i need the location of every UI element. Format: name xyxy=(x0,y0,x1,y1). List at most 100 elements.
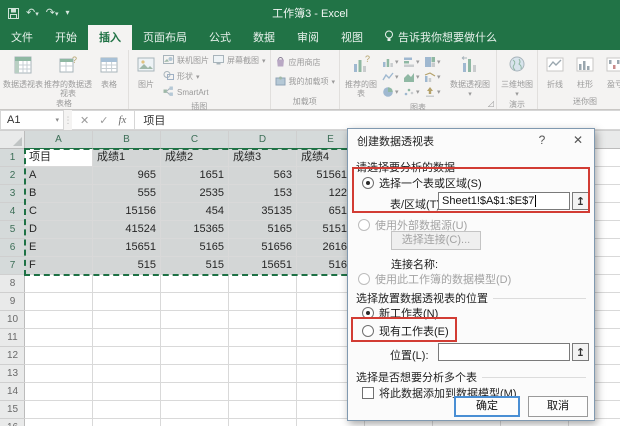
cell[interactable]: A xyxy=(25,167,93,185)
name-box[interactable]: A1 ▾ xyxy=(0,110,64,130)
cell[interactable]: 15651 xyxy=(93,239,161,257)
column-header[interactable]: C xyxy=(161,131,229,149)
row-header[interactable]: 10 xyxy=(0,311,25,329)
chart-type-line-icon[interactable]: ▾ xyxy=(382,70,402,84)
column-header[interactable]: A xyxy=(25,131,93,149)
cell[interactable] xyxy=(93,347,161,365)
row-header[interactable]: 1 xyxy=(0,149,25,167)
store-button[interactable]: 应用商店 xyxy=(275,56,336,69)
cell[interactable] xyxy=(229,311,297,329)
pivotchart-button[interactable]: 数据透视图▾ xyxy=(446,52,494,99)
cell[interactable]: F xyxy=(25,257,93,275)
cell[interactable] xyxy=(161,365,229,383)
cell[interactable] xyxy=(93,401,161,419)
chart-type-bar-icon[interactable]: ▾ xyxy=(403,55,423,69)
table-range-input[interactable]: Sheet1!$A$1:$E$7 xyxy=(438,192,570,210)
pictures-button[interactable]: 图片 xyxy=(131,52,161,89)
row-header[interactable]: 7 xyxy=(0,257,25,275)
row-header[interactable]: 11 xyxy=(0,329,25,347)
confirm-entry-icon[interactable]: ✓ xyxy=(99,114,108,127)
cell[interactable] xyxy=(229,329,297,347)
cell[interactable] xyxy=(161,311,229,329)
tab-review[interactable]: 审阅 xyxy=(286,25,330,50)
tab-data[interactable]: 数据 xyxy=(242,25,286,50)
cell[interactable] xyxy=(93,311,161,329)
column-header[interactable]: B xyxy=(93,131,161,149)
tab-page-layout[interactable]: 页面布局 xyxy=(132,25,198,50)
radio-existing-worksheet[interactable]: 现有工作表(E) xyxy=(362,323,449,339)
tab-view[interactable]: 视图 xyxy=(330,25,374,50)
cell[interactable]: 成绩3 xyxy=(229,149,297,167)
row-header[interactable]: 12 xyxy=(0,347,25,365)
tab-insert[interactable]: 插入 xyxy=(88,25,132,50)
collapse-dialog-button[interactable]: ↥ xyxy=(572,343,589,361)
active-cell-A1[interactable]: 项目 xyxy=(25,149,93,167)
cell[interactable]: 563 xyxy=(229,167,297,185)
cell[interactable] xyxy=(25,311,93,329)
cell[interactable]: 454 xyxy=(161,203,229,221)
smartart-button[interactable]: SmartArt xyxy=(163,86,209,99)
cell[interactable]: E xyxy=(25,239,93,257)
sparkline-column-button[interactable]: 柱形 xyxy=(570,52,600,89)
chart-type-stock-icon[interactable]: ▾ xyxy=(424,85,444,99)
cell[interactable]: 1651 xyxy=(161,167,229,185)
chart-type-column-icon[interactable]: ▾ xyxy=(382,55,402,69)
chart-type-combo-icon[interactable]: ▾ xyxy=(424,70,444,84)
recommended-charts-button[interactable]: ? 推荐的图表 xyxy=(342,52,380,98)
chart-type-scatter-icon[interactable]: ▾ xyxy=(403,85,423,99)
cell[interactable] xyxy=(25,329,93,347)
cell[interactable] xyxy=(229,347,297,365)
radio-use-data-model[interactable]: 使用此工作簿的数据模型(D) xyxy=(358,271,511,287)
save-icon[interactable] xyxy=(8,8,19,19)
cell[interactable]: 2535 xyxy=(161,185,229,203)
cell[interactable] xyxy=(161,293,229,311)
cell[interactable] xyxy=(25,383,93,401)
tell-me-box[interactable]: 告诉我你想要做什么 xyxy=(374,25,507,50)
row-header[interactable]: 4 xyxy=(0,203,25,221)
dialog-help-icon[interactable]: ? xyxy=(534,133,550,147)
tab-file[interactable]: 文件 xyxy=(0,25,44,50)
cell[interactable]: 515 xyxy=(93,257,161,275)
online-pictures-button[interactable]: 联机图片 xyxy=(163,54,209,67)
cell[interactable]: B xyxy=(25,185,93,203)
cell[interactable]: 5165 xyxy=(229,221,297,239)
redo-icon[interactable]: ↷▾ xyxy=(46,8,59,19)
cell[interactable] xyxy=(161,329,229,347)
cell[interactable] xyxy=(93,275,161,293)
cell[interactable] xyxy=(25,419,93,426)
cell[interactable] xyxy=(229,383,297,401)
3d-map-button[interactable]: 三维地图▾ xyxy=(499,52,535,99)
pivottable-button[interactable]: 数据透视表 xyxy=(2,52,44,89)
cell[interactable]: 51656 xyxy=(229,239,297,257)
cell[interactable]: 成绩1 xyxy=(93,149,161,167)
row-header[interactable]: 13 xyxy=(0,365,25,383)
cell[interactable]: D xyxy=(25,221,93,239)
cell[interactable] xyxy=(25,365,93,383)
cell[interactable] xyxy=(161,419,229,426)
cell[interactable] xyxy=(229,419,297,426)
ok-button[interactable]: 确定 xyxy=(454,396,520,417)
cell[interactable]: 15365 xyxy=(161,221,229,239)
shapes-button[interactable]: 形状▾ xyxy=(163,70,209,83)
select-all-corner[interactable] xyxy=(0,131,25,149)
cell[interactable]: C xyxy=(25,203,93,221)
cell[interactable]: 965 xyxy=(93,167,161,185)
cell[interactable] xyxy=(93,293,161,311)
choose-connection-button[interactable]: 选择连接(C)... xyxy=(391,231,481,250)
dialog-close-icon[interactable]: ✕ xyxy=(570,133,586,147)
collapse-dialog-button[interactable]: ↥ xyxy=(572,192,589,210)
charts-dialog-launcher-icon[interactable]: ◿ xyxy=(488,99,494,108)
radio-select-table-range[interactable]: 选择一个表或区域(S) xyxy=(362,175,482,191)
cell[interactable] xyxy=(161,275,229,293)
sparkline-winloss-button[interactable]: 盈亏 xyxy=(600,52,620,89)
sparkline-line-button[interactable]: 折线 xyxy=(540,52,570,89)
recommended-pivottables-button[interactable]: ? 推荐的数据透视表 xyxy=(44,52,92,98)
cell[interactable]: 555 xyxy=(93,185,161,203)
cell[interactable]: 15156 xyxy=(93,203,161,221)
cell[interactable]: 515 xyxy=(161,257,229,275)
tab-formulas[interactable]: 公式 xyxy=(198,25,242,50)
formula-bar-content[interactable]: 项目 xyxy=(135,110,620,130)
cell[interactable] xyxy=(229,293,297,311)
cell[interactable] xyxy=(161,401,229,419)
cell[interactable]: 成绩2 xyxy=(161,149,229,167)
